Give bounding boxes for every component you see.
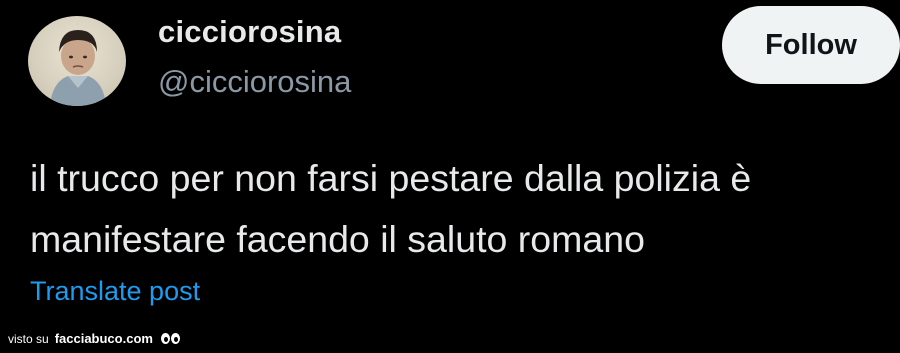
follow-button[interactable]: Follow [722, 6, 900, 84]
watermark-site: facciabuco.com [54, 331, 153, 346]
profile-photo-icon [50, 30, 106, 106]
display-name[interactable]: cicciorosina [158, 14, 341, 50]
watermark-prefix: visto su [8, 331, 49, 346]
translate-post-link[interactable]: Translate post [30, 276, 200, 307]
avatar[interactable] [28, 16, 126, 106]
watermark: visto su facciabuco.com [8, 331, 180, 346]
post-text: il trucco per non farsi pestare dalla po… [30, 157, 752, 260]
user-handle[interactable]: @cicciorosina [158, 64, 351, 100]
eyes-icon [160, 333, 180, 344]
